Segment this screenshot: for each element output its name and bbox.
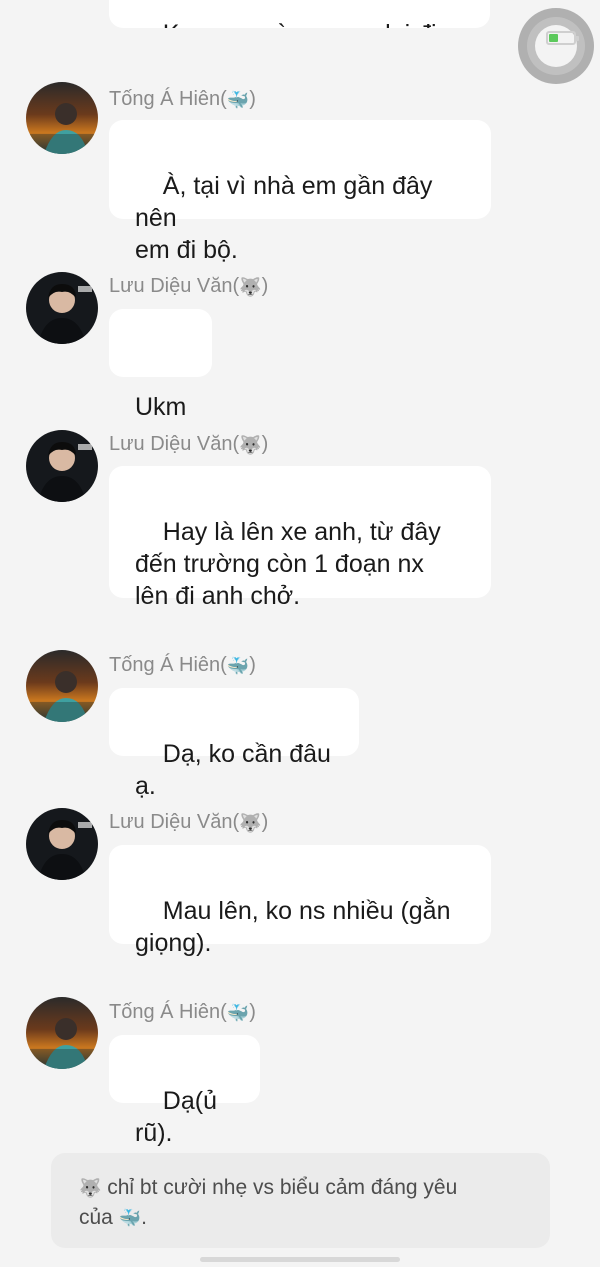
message-text: Hay là lên xe anh, từ đây đến trường còn… <box>135 518 441 610</box>
message-text: Dạ, ko cần đâu ạ. <box>135 740 338 800</box>
battery-icon <box>546 31 579 45</box>
note-text-line2: của <box>79 1205 119 1229</box>
sender-name: Lưu Diệu Văn(🐺) <box>109 273 268 300</box>
narration-note: 🐺 chỉ bt cười nhẹ vs biểu cảm đáng yêu c… <box>51 1153 550 1248</box>
message-bubble: Mau lên, ko ns nhiều (gằn giọng). <box>109 845 491 957</box>
message-text: Dạ(ủ rũ). <box>135 1087 224 1147</box>
whale-icon: 🐳 <box>226 89 250 110</box>
whale-icon: 🐳 <box>226 1002 250 1023</box>
avatar-luu-dieu-van[interactable] <box>26 272 98 344</box>
wolf-icon: 🐺 <box>239 434 262 455</box>
note-text-line1: chỉ bt cười nhẹ vs biểu cảm đáng yêu <box>101 1176 458 1199</box>
message-bubble: À, tại vì nhà em gần đây nên em đi bộ. <box>109 120 491 264</box>
wolf-icon: 🐺 <box>79 1177 102 1198</box>
message-bubble: Dạ(ủ rũ). <box>109 1035 260 1147</box>
message-text: Ko sao, mà sao em lại đi bộ. <box>135 20 444 28</box>
message-bubble-partial: Ko sao, mà sao em lại đi bộ. <box>109 0 490 28</box>
sender-name: Lưu Diệu Văn(🐺) <box>109 809 268 836</box>
sender-name: Lưu Diệu Văn(🐺) <box>109 431 268 458</box>
message-text: Ukm <box>135 393 187 421</box>
message-bubble: Dạ, ko cần đâu ạ. <box>109 688 359 800</box>
sender-name: Tống Á Hiên(🐳) <box>109 86 256 113</box>
chat-screen: Ko sao, mà sao em lại đi bộ. Tống Á Hiên… <box>0 0 600 1267</box>
message-text: Mau lên, ko ns nhiều (gằn giọng). <box>135 897 451 957</box>
message-bubble: Hay là lên xe anh, từ đây đến trường còn… <box>109 466 491 610</box>
sender-name: Tống Á Hiên(🐳) <box>109 652 256 679</box>
whale-icon: 🐳 <box>226 655 250 676</box>
avatar-luu-dieu-van[interactable] <box>26 808 98 880</box>
avatar-tong-a-hien[interactable] <box>26 997 98 1069</box>
wolf-icon: 🐺 <box>239 276 262 297</box>
avatar-tong-a-hien[interactable] <box>26 82 98 154</box>
avatar-luu-dieu-van[interactable] <box>26 430 98 502</box>
avatar-tong-a-hien[interactable] <box>26 650 98 722</box>
assistive-touch-icon[interactable] <box>518 8 594 84</box>
message-bubble: Ukm <box>109 309 212 421</box>
wolf-icon: 🐺 <box>239 812 262 833</box>
note-text-end: . <box>141 1205 147 1229</box>
home-indicator[interactable] <box>200 1257 400 1262</box>
sender-name: Tống Á Hiên(🐳) <box>109 999 256 1026</box>
whale-icon: 🐳 <box>118 1207 142 1228</box>
message-text: À, tại vì nhà em gần đây nên em đi bộ. <box>135 172 433 264</box>
